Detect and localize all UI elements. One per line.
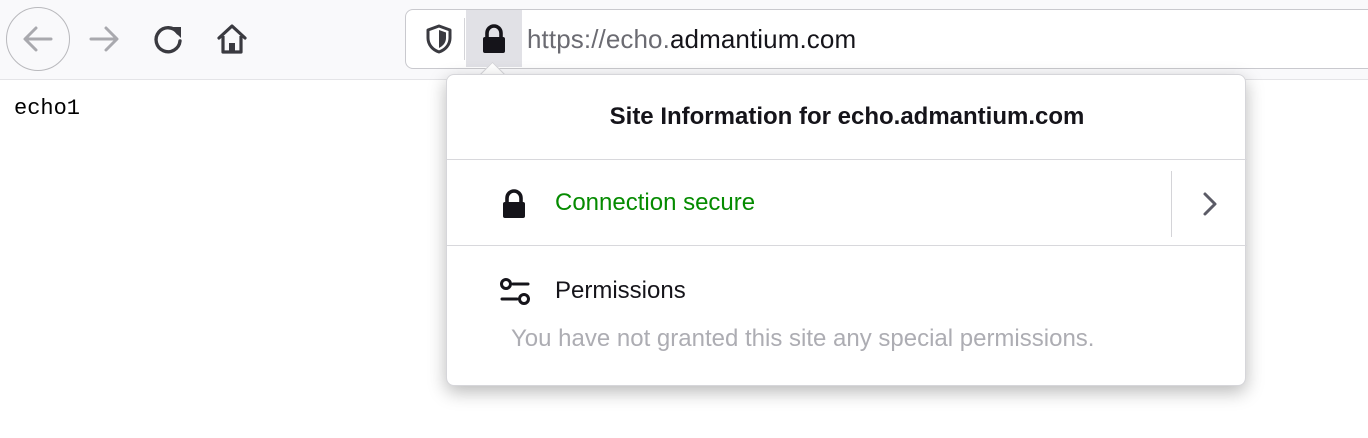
connection-security-row[interactable]: Connection secure: [447, 161, 1247, 246]
permissions-icon: [500, 278, 530, 305]
permissions-description: You have not granted this site any speci…: [511, 325, 1095, 352]
url-bar[interactable]: https://echo.admantium.com: [405, 9, 1368, 69]
arrow-left-icon: [23, 26, 53, 52]
panel-header: Site Information for echo.admantium.com: [447, 75, 1247, 160]
browser-toolbar: https://echo.admantium.com: [0, 0, 1368, 80]
urlbar-separator: [464, 18, 465, 60]
url-text[interactable]: https://echo.admantium.com: [527, 24, 856, 54]
reload-button[interactable]: [136, 7, 200, 71]
shield-icon: [426, 24, 452, 54]
forward-button[interactable]: [72, 7, 136, 71]
back-button[interactable]: [6, 7, 70, 71]
permissions-label: Permissions: [555, 277, 686, 304]
url-scheme: https://echo.: [527, 24, 670, 54]
site-identity-button[interactable]: [466, 10, 522, 67]
permissions-section: Permissions You have not granted this si…: [447, 247, 1247, 387]
panel-title: Site Information for echo.admantium.com: [609, 103, 1085, 130]
reload-icon: [154, 26, 182, 54]
connection-secure-label: Connection secure: [555, 189, 756, 216]
home-icon: [217, 24, 247, 54]
home-button[interactable]: [200, 7, 264, 71]
site-information-panel: Site Information for echo.admantium.com …: [446, 74, 1247, 387]
url-domain: admantium.com: [669, 24, 857, 54]
page-content-text: echo1: [14, 96, 81, 121]
lock-icon: [503, 189, 525, 218]
chevron-right-icon: [1203, 192, 1216, 215]
arrow-right-icon: [89, 26, 119, 52]
connection-details-button[interactable]: [1172, 161, 1247, 246]
lock-icon: [483, 23, 505, 53]
tracking-protection-button[interactable]: [414, 14, 464, 64]
